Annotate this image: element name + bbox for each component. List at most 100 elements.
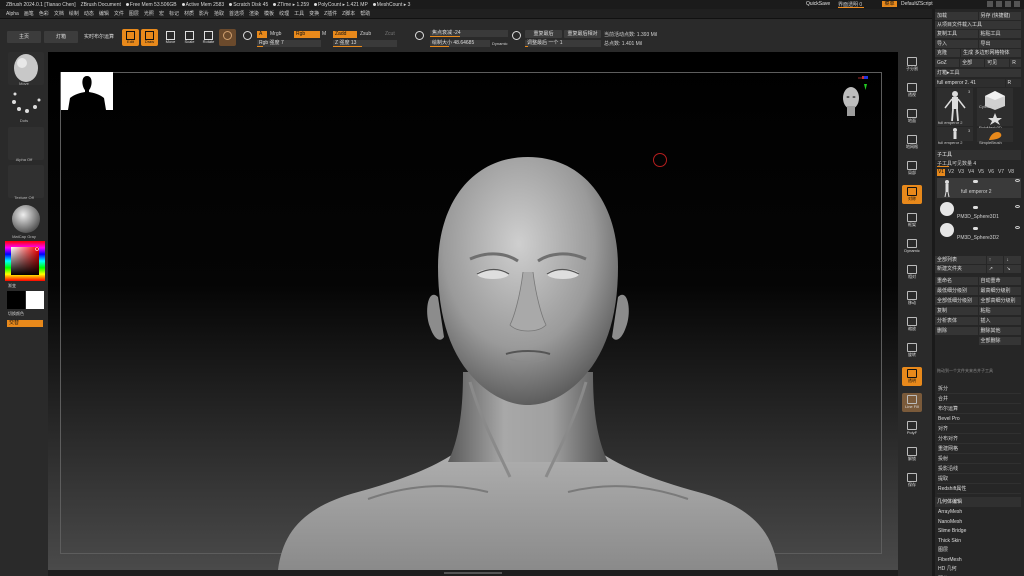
- switch-color-button[interactable]: 切换颜色: [8, 311, 24, 317]
- right-shelf-button[interactable]: 局部: [902, 159, 922, 178]
- subtool-subpalette[interactable]: 布尔运算: [937, 405, 1021, 414]
- load-tool-button[interactable]: 加载: [935, 12, 978, 20]
- current-tool-r-button[interactable]: R: [1005, 79, 1021, 87]
- version-tab[interactable]: V4: [967, 169, 975, 176]
- subtool-op-button[interactable]: 分析表体: [935, 317, 978, 325]
- menu-item[interactable]: 纹理: [279, 10, 289, 17]
- menu-item[interactable]: 帮助: [360, 10, 370, 17]
- focal-shift-slider[interactable]: 焦点衰减 -24: [430, 30, 510, 37]
- subtool-subpalette[interactable]: 拆分: [937, 385, 1021, 394]
- color-picker[interactable]: [5, 241, 45, 281]
- subtool-op-button[interactable]: 全部高细分级别: [978, 297, 1021, 305]
- version-tab[interactable]: V6: [987, 169, 995, 176]
- menu-item[interactable]: 模板: [264, 10, 274, 17]
- subtool-subpalette[interactable]: Redshift属性: [937, 485, 1021, 494]
- material-swatch-button[interactable]: [219, 29, 236, 46]
- subtool-visibility-eye-icon[interactable]: [1015, 179, 1020, 182]
- subtool-op-button[interactable]: 删除其他: [978, 327, 1021, 335]
- subtool-row-1[interactable]: PM3D_Sphere3D1: [937, 199, 1021, 220]
- navigator-thumbnail[interactable]: [61, 72, 113, 110]
- geometry-section-header[interactable]: 几何体编辑: [935, 497, 1021, 507]
- menu-item[interactable]: 宏: [159, 10, 164, 17]
- right-shelf-button[interactable]: PolyF: [902, 419, 922, 438]
- right-shelf-button[interactable]: 对称: [902, 185, 922, 204]
- subtool-row-0[interactable]: full emperor 2: [937, 178, 1021, 198]
- subtool-row-2[interactable]: PM3D_Sphere3D2: [937, 220, 1021, 241]
- a-toggle[interactable]: A: [257, 31, 267, 38]
- goz-button[interactable]: GoZ: [935, 59, 960, 67]
- right-shelf-button[interactable]: 地网格: [902, 133, 922, 152]
- menu-item[interactable]: 文件: [114, 10, 124, 17]
- zadd-toggle[interactable]: Zadd: [333, 31, 357, 38]
- geometry-subpalette[interactable]: HD 几何: [937, 565, 1021, 574]
- subtool-polypaint-toggle[interactable]: [973, 206, 978, 209]
- move-up-arrow-icon[interactable]: ↑: [986, 256, 1004, 264]
- help-icon[interactable]: [987, 1, 993, 7]
- z-intensity-slider[interactable]: Z 强度 13: [333, 40, 397, 47]
- dynamic-toggle[interactable]: Dynamic: [492, 41, 508, 46]
- subtool-subpalette[interactable]: 提取: [937, 475, 1021, 484]
- current-tool-slider[interactable]: full emperor 2. 41: [935, 79, 1005, 87]
- menu-item[interactable]: 图层: [129, 10, 139, 17]
- version-tab[interactable]: V5: [977, 169, 985, 176]
- alternate-toggle[interactable]: 交替: [7, 320, 43, 327]
- subtool-subpalette[interactable]: 对齐: [937, 425, 1021, 434]
- geometry-subpalette[interactable]: Thick Skin: [937, 537, 1021, 546]
- menu-item[interactable]: 材质: [184, 10, 194, 17]
- menu-item[interactable]: 标记: [169, 10, 179, 17]
- right-shelf-button[interactable]: 移动: [902, 289, 922, 308]
- subtool-op-button[interactable]: 最低细分级别: [935, 287, 978, 295]
- gradient-label[interactable]: 渐变: [8, 283, 16, 289]
- subtool-op-button[interactable]: 重命名: [935, 277, 978, 285]
- right-shelf-button[interactable]: 保存: [902, 471, 922, 490]
- replay-icon-button[interactable]: [508, 29, 525, 46]
- geometry-subpalette[interactable]: FiberMesh: [937, 556, 1021, 565]
- right-shelf-button[interactable]: 子分割: [902, 55, 922, 74]
- lazy-mouse-button[interactable]: [411, 29, 428, 46]
- subtool-op-button[interactable]: 插入: [978, 317, 1021, 325]
- export-button[interactable]: 导出: [978, 40, 1021, 48]
- version-tab[interactable]: V3: [957, 169, 965, 176]
- menu-item[interactable]: 变换: [309, 10, 319, 17]
- right-shelf-button[interactable]: 框架: [902, 211, 922, 230]
- navigation-gizmo[interactable]: [838, 75, 868, 118]
- arrow-down-right-icon[interactable]: ↘: [1004, 265, 1021, 273]
- zcut-toggle[interactable]: Zcut: [385, 31, 395, 37]
- subtool-section-header[interactable]: 子工具: [935, 150, 1021, 160]
- rgb-intensity-slider[interactable]: Rgb 强度 7: [257, 40, 321, 47]
- menu-item[interactable]: 首选项: [229, 10, 244, 17]
- menu-item[interactable]: 画笔: [24, 10, 34, 17]
- menus-toggle-button[interactable]: 菜单: [882, 1, 897, 7]
- subtool-op-button[interactable]: 全部低细分级别: [935, 297, 978, 305]
- lightbox-button[interactable]: 灯箱: [44, 31, 78, 43]
- rgb-toggle[interactable]: Rgb: [294, 31, 320, 38]
- subtool-subpalette[interactable]: 投射: [937, 455, 1021, 464]
- menu-item[interactable]: 影片: [199, 10, 209, 17]
- goz-all-button[interactable]: 全部: [960, 59, 985, 67]
- version-tab[interactable]: V2: [947, 169, 955, 176]
- menu-item[interactable]: 编辑: [99, 10, 109, 17]
- subtool-op-button[interactable]: 最高细分级别: [978, 287, 1021, 295]
- menu-item[interactable]: Z脚本: [342, 10, 355, 17]
- edit-mode-button[interactable]: Edit: [122, 29, 139, 46]
- copy-tool-button[interactable]: 复制工具: [935, 30, 978, 38]
- menu-item[interactable]: 色彩: [39, 10, 49, 17]
- subtool-polypaint-toggle[interactable]: [973, 227, 978, 230]
- right-shelf-button[interactable]: 旋转: [902, 341, 922, 360]
- rotate-mode-button[interactable]: Rotate: [200, 29, 217, 46]
- save-as-button[interactable]: 另存 (快捷键): [978, 12, 1021, 20]
- texture-selector[interactable]: [8, 165, 44, 198]
- live-boolean-button[interactable]: 实时布尔运算: [81, 31, 117, 43]
- paste-tool-button[interactable]: 粘贴工具: [978, 30, 1021, 38]
- new-folder-button[interactable]: 新建文件夹: [935, 265, 986, 273]
- subtool-op-button[interactable]: 全部删除: [978, 337, 1021, 345]
- move-down-arrow-icon[interactable]: ↓: [1004, 256, 1021, 264]
- geometry-subpalette[interactable]: Slime Bridge: [937, 527, 1021, 536]
- goz-r-button[interactable]: R: [1010, 59, 1022, 67]
- list-all-button[interactable]: 全部列表: [935, 256, 986, 264]
- scale-mode-button[interactable]: Scale: [181, 29, 198, 46]
- subtool-visibility-eye-icon[interactable]: [1015, 205, 1020, 208]
- menu-item[interactable]: 绘制: [69, 10, 79, 17]
- make-polymesh-button[interactable]: 生成 多边形网格物体: [961, 49, 1021, 57]
- layout-icon[interactable]: [996, 1, 1002, 7]
